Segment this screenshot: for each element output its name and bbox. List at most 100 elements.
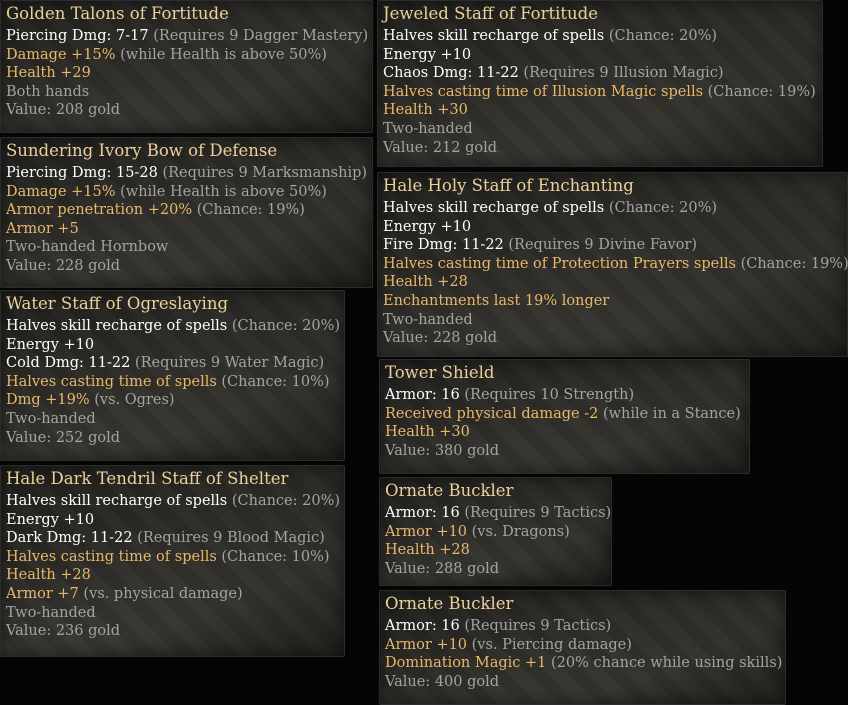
item-stat-line: Dmg +19% (vs. Ogres) (6, 391, 340, 410)
item-stat-line: Value: 236 gold (6, 622, 340, 641)
stat-text: Armor penetration +20% (6, 202, 197, 219)
item-name: Hale Dark Tendril Staff of Shelter (6, 469, 289, 488)
stat-note: Value: 208 gold (6, 102, 121, 119)
item-stat-line: Armor +5 (6, 220, 368, 239)
stat-text: Received physical damage -2 (385, 405, 603, 422)
item-stat-line: Value: 208 gold (6, 101, 368, 120)
stat-text: Energy +10 (6, 511, 95, 528)
item-name: Sundering Ivory Bow of Defense (6, 141, 278, 160)
stat-text: Halves skill recharge of spells (6, 493, 232, 509)
stat-text: Piercing Dmg: 15-28 (6, 165, 163, 181)
stat-note: Value: 380 gold (385, 442, 500, 459)
item-stat-line: Halves casting time of spells (Chance: 1… (6, 548, 340, 567)
item-stat-line: Health +28 (385, 541, 607, 560)
stat-text: Armor +5 (6, 220, 79, 237)
stat-note: Value: 236 gold (6, 623, 121, 640)
stat-note: Two-handed (383, 120, 473, 137)
item-stat-line: Health +29 (6, 64, 368, 83)
stat-text: Energy +10 (383, 46, 472, 63)
stat-note: (vs. Dragons) (471, 523, 570, 540)
stat-text: Halves casting time of Illusion Magic sp… (383, 83, 708, 100)
item-name: Hale Holy Staff of Enchanting (383, 176, 634, 195)
stat-note: (vs. Ogres) (94, 392, 175, 409)
item-stat-line: Armor: 16 (Requires 9 Tactics) (385, 617, 781, 636)
item-tooltip-ornate-buckler-2: Ornate Buckler Armor: 16 (Requires 9 Tact… (379, 590, 786, 705)
item-stat-line: Armor +10 (vs. Piercing damage) (385, 636, 781, 655)
item-stat-line: Armor +7 (vs. physical damage) (6, 585, 340, 604)
item-stat-line: Health +28 (383, 273, 843, 292)
item-stat-line: Health +28 (6, 566, 340, 585)
stat-note: (Requires 10 Strength) (464, 387, 635, 403)
stat-text: Energy +10 (6, 336, 95, 353)
item-tooltip-holy-staff: Hale Holy Staff of Enchanting Halves skil… (377, 172, 848, 357)
stat-note: Value: 288 gold (385, 560, 500, 577)
stat-note: Two-handed (383, 311, 473, 328)
stat-note: (Chance: 10%) (221, 373, 330, 390)
item-stat-line: Health +30 (383, 101, 818, 120)
stat-text: Health +28 (385, 542, 470, 559)
item-stat-line: Halves casting time of spells (Chance: 1… (6, 373, 340, 392)
stat-text: Armor: 16 (385, 618, 465, 634)
item-stat-line: Both hands (6, 83, 368, 102)
stat-text: Halves casting time of spells (6, 548, 222, 565)
stat-text: Halves skill recharge of spells (6, 318, 232, 334)
item-stat-line: Value: 228 gold (6, 257, 368, 276)
item-tooltip-golden-talons: Golden Talons of Fortitude Piercing Dmg: … (0, 0, 373, 133)
stat-note: Both hands (6, 83, 90, 100)
item-stat-line: Energy +10 (6, 511, 340, 530)
stat-note: (Chance: 20%) (608, 200, 718, 216)
item-stat-line: Armor penetration +20% (Chance: 19%) (6, 201, 368, 220)
stat-note: (Requires 9 Blood Magic) (137, 530, 325, 547)
item-stat-line: Two-handed (383, 311, 843, 330)
stat-text: Armor +7 (6, 585, 84, 602)
item-stat-line: Damage +15% (while Health is above 50%) (6, 183, 368, 202)
item-stat-line: Halves skill recharge of spells (Chance:… (383, 27, 818, 46)
stat-note: Value: 400 gold (385, 673, 500, 690)
item-stat-line: Armor +10 (vs. Dragons) (385, 523, 607, 542)
item-stat-line: Energy +10 (6, 336, 340, 355)
stat-note: (Requires 9 Water Magic) (134, 355, 325, 372)
item-tooltip-tower-shield: Tower Shield Armor: 16 (Requires 10 Stren… (379, 359, 750, 474)
stat-note: (Requires 9 Illusion Magic) (523, 65, 724, 82)
item-tooltip-jeweled-staff: Jeweled Staff of Fortitude Halves skill r… (377, 0, 823, 167)
stat-text: Damage +15% (6, 183, 121, 200)
stat-text: Health +29 (6, 65, 91, 82)
stat-note: (Requires 9 Tactics) (464, 618, 612, 634)
stat-note: Two-handed (6, 604, 96, 621)
item-name: Ornate Buckler (385, 481, 514, 500)
item-name: Tower Shield (385, 363, 495, 382)
item-stat-line: Piercing Dmg: 7-17 (Requires 9 Dagger Ma… (6, 27, 368, 46)
stat-note: (Requires 9 Marksmanship) (162, 165, 368, 181)
item-stat-line: Armor: 16 (Requires 10 Strength) (385, 386, 745, 405)
stat-note: (20% chance while using skills) (551, 655, 783, 672)
item-stat-line: Two-handed (383, 120, 818, 139)
item-tooltip-dark-tendril-staff: Hale Dark Tendril Staff of Shelter Halves… (0, 465, 345, 657)
stat-note: (Requires 9 Tactics) (464, 505, 612, 521)
item-name: Water Staff of Ogreslaying (6, 294, 229, 313)
stat-note: (Chance: 19%) (707, 83, 816, 100)
item-stat-line: Value: 252 gold (6, 429, 340, 448)
item-stat-line: Received physical damage -2 (while in a … (385, 405, 745, 424)
stat-note: (Chance: 10%) (221, 548, 330, 565)
stat-note: Value: 228 gold (6, 257, 121, 274)
item-stat-line: Damage +15% (while Health is above 50%) (6, 46, 368, 65)
stat-text: Armor: 16 (385, 387, 465, 403)
stat-text: Halves skill recharge of spells (383, 200, 609, 216)
item-stat-line: Fire Dmg: 11-22 (Requires 9 Divine Favor… (383, 236, 843, 255)
stat-text: Health +28 (6, 567, 91, 584)
item-tooltip-ornate-buckler-1: Ornate Buckler Armor: 16 (Requires 9 Tact… (379, 477, 612, 586)
stat-text: Fire Dmg: 11-22 (383, 237, 509, 254)
item-stat-line: Enchantments last 19% longer (383, 292, 843, 311)
item-tooltips-screen: { "tooltips": [ { "id": "golden-talons",… (0, 0, 848, 705)
stat-note: (while Health is above 50%) (120, 46, 327, 63)
item-stat-line: Value: 380 gold (385, 442, 745, 461)
stat-note: Value: 252 gold (6, 429, 121, 446)
stat-note: Value: 228 gold (383, 330, 498, 347)
stat-note: Two-handed Hornbow (6, 239, 169, 256)
stat-text: Chaos Dmg: 11-22 (383, 65, 524, 82)
item-stat-line: Two-handed Hornbow (6, 238, 368, 257)
stat-note: (vs. Piercing damage) (471, 636, 632, 653)
stat-note: Value: 212 gold (383, 139, 498, 156)
item-stat-line: Cold Dmg: 11-22 (Requires 9 Water Magic) (6, 354, 340, 373)
stat-text: Health +28 (383, 274, 468, 291)
